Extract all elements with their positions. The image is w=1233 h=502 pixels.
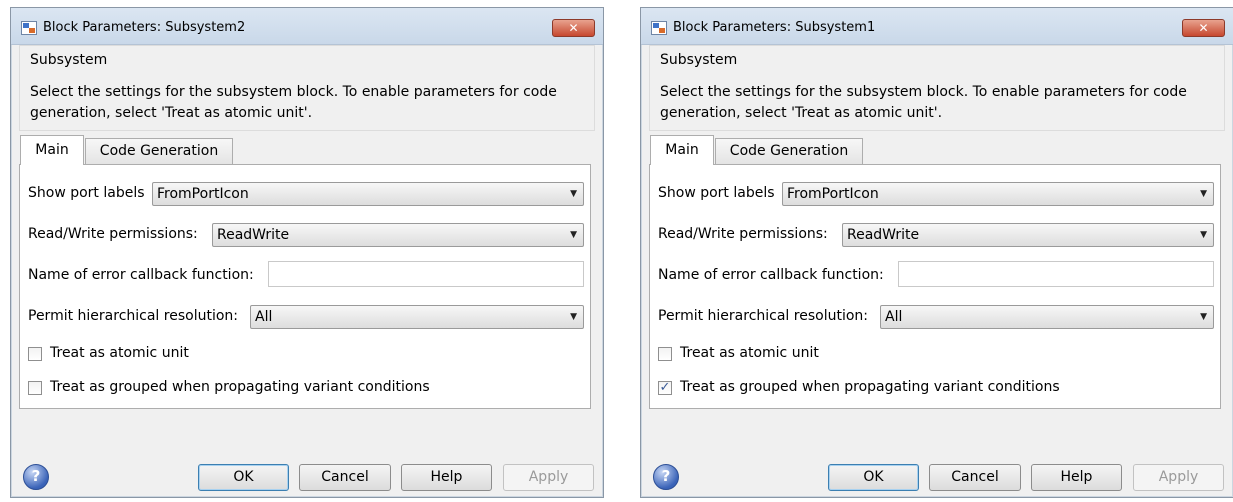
dialog-subsystem2: Block Parameters: Subsystem2 ✕ Subsystem… bbox=[10, 7, 604, 498]
ok-button[interactable]: OK bbox=[828, 464, 919, 491]
tab-main[interactable]: Main bbox=[650, 135, 714, 165]
grouped-variant-label: Treat as grouped when propagating varian… bbox=[680, 379, 1060, 395]
show-port-labels-dropdown[interactable]: FromPortIcon ▼ bbox=[152, 182, 584, 206]
group-title: Subsystem bbox=[660, 52, 738, 68]
grouped-variant-checkbox[interactable] bbox=[28, 381, 42, 395]
chevron-down-icon: ▼ bbox=[1200, 230, 1207, 240]
error-callback-field[interactable] bbox=[268, 261, 584, 287]
group-title: Subsystem bbox=[30, 52, 108, 68]
close-button[interactable]: ✕ bbox=[552, 19, 595, 37]
read-write-value: ReadWrite bbox=[217, 227, 290, 243]
cancel-button[interactable]: Cancel bbox=[299, 464, 391, 491]
help-button[interactable]: Help bbox=[1031, 464, 1122, 491]
show-port-labels-label: Show port labels bbox=[28, 185, 145, 201]
error-callback-label: Name of error callback function: bbox=[28, 267, 254, 283]
group-description: Select the settings for the subsystem bl… bbox=[30, 84, 557, 121]
tab-code-generation[interactable]: Code Generation bbox=[715, 138, 863, 164]
chevron-down-icon: ▼ bbox=[570, 312, 577, 322]
show-port-labels-dropdown[interactable]: FromPortIcon ▼ bbox=[782, 182, 1214, 206]
error-callback-label: Name of error callback function: bbox=[658, 267, 884, 283]
help-button[interactable]: Help bbox=[401, 464, 492, 491]
show-port-labels-label: Show port labels bbox=[658, 185, 775, 201]
question-icon[interactable]: ? bbox=[653, 464, 679, 490]
chevron-down-icon: ▼ bbox=[1200, 189, 1207, 199]
block-parameters-icon bbox=[21, 21, 37, 35]
chevron-down-icon: ▼ bbox=[570, 230, 577, 240]
tab-code-generation[interactable]: Code Generation bbox=[85, 138, 233, 164]
hier-resolution-dropdown[interactable]: All ▼ bbox=[880, 305, 1214, 329]
show-port-labels-value: FromPortIcon bbox=[157, 186, 249, 202]
read-write-value: ReadWrite bbox=[847, 227, 920, 243]
chevron-down-icon: ▼ bbox=[570, 189, 577, 199]
title-bar[interactable]: Block Parameters: Subsystem1 ✕ bbox=[641, 8, 1233, 45]
atomic-unit-checkbox[interactable] bbox=[658, 347, 672, 361]
close-button[interactable]: ✕ bbox=[1182, 19, 1225, 37]
hier-resolution-value: All bbox=[255, 309, 273, 325]
main-tab-panel: Show port labels FromPortIcon ▼ Read/Wri… bbox=[19, 164, 591, 409]
block-parameters-icon bbox=[651, 21, 667, 35]
apply-button[interactable]: Apply bbox=[1133, 464, 1224, 491]
ok-button[interactable]: OK bbox=[198, 464, 289, 491]
atomic-unit-label: Treat as atomic unit bbox=[50, 345, 189, 361]
tab-main[interactable]: Main bbox=[20, 135, 84, 165]
group-description: Select the settings for the subsystem bl… bbox=[660, 84, 1187, 121]
subsystem-group: Subsystem Select the settings for the su… bbox=[649, 45, 1225, 131]
hier-resolution-label: Permit hierarchical resolution: bbox=[658, 308, 868, 324]
window-title: Block Parameters: Subsystem2 bbox=[43, 20, 246, 35]
chevron-down-icon: ▼ bbox=[1200, 312, 1207, 322]
read-write-dropdown[interactable]: ReadWrite ▼ bbox=[212, 223, 584, 247]
subsystem-group: Subsystem Select the settings for the su… bbox=[19, 45, 595, 131]
cancel-button[interactable]: Cancel bbox=[929, 464, 1021, 491]
dialog-subsystem1: Block Parameters: Subsystem1 ✕ Subsystem… bbox=[640, 7, 1233, 498]
hier-resolution-label: Permit hierarchical resolution: bbox=[28, 308, 238, 324]
read-write-label: Read/Write permissions: bbox=[658, 226, 828, 242]
atomic-unit-checkbox[interactable] bbox=[28, 347, 42, 361]
atomic-unit-label: Treat as atomic unit bbox=[680, 345, 819, 361]
error-callback-field[interactable] bbox=[898, 261, 1214, 287]
grouped-variant-label: Treat as grouped when propagating varian… bbox=[50, 379, 430, 395]
question-icon[interactable]: ? bbox=[23, 464, 49, 490]
main-tab-panel: Show port labels FromPortIcon ▼ Read/Wri… bbox=[649, 164, 1221, 409]
read-write-dropdown[interactable]: ReadWrite ▼ bbox=[842, 223, 1214, 247]
window-title: Block Parameters: Subsystem1 bbox=[673, 20, 876, 35]
grouped-variant-checkbox[interactable]: ✓ bbox=[658, 381, 672, 395]
hier-resolution-value: All bbox=[885, 309, 903, 325]
read-write-label: Read/Write permissions: bbox=[28, 226, 198, 242]
hier-resolution-dropdown[interactable]: All ▼ bbox=[250, 305, 584, 329]
apply-button[interactable]: Apply bbox=[503, 464, 594, 491]
show-port-labels-value: FromPortIcon bbox=[787, 186, 879, 202]
title-bar[interactable]: Block Parameters: Subsystem2 ✕ bbox=[11, 8, 603, 45]
